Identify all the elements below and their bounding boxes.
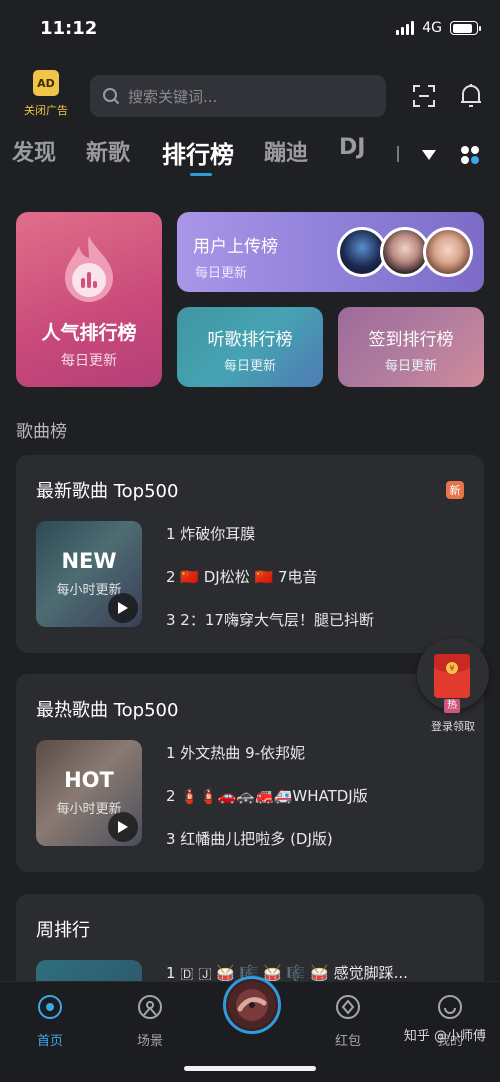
latest-songs-card[interactable]: 最新歌曲 Top500 新 NEW 每小时更新 1 炸破你耳膜 2 🇨🇳 DJ松… (16, 455, 484, 653)
close-ad-button[interactable]: AD 关闭广告 (18, 70, 74, 118)
chart-title: 最新歌曲 Top500 (36, 481, 179, 502)
cover-label: NEW (61, 549, 117, 573)
nav-redpacket-label: 红包 (334, 1034, 361, 1049)
play-icon[interactable] (108, 593, 138, 623)
upload-chart-title: 用户上传榜 (193, 237, 278, 257)
signin-chart-subtitle: 每日更新 (384, 359, 437, 374)
search-icon (103, 88, 119, 104)
grid-icon[interactable] (460, 145, 480, 165)
nav-scene-label: 场景 (136, 1034, 163, 1049)
now-playing-disc[interactable] (223, 976, 281, 1034)
signin-chart-card[interactable]: 签到排行榜 每日更新 (338, 307, 484, 387)
upload-chart-card[interactable]: 用户上传榜 每日更新 (177, 212, 484, 292)
nav-redpacket[interactable]: 红包 (318, 994, 378, 1049)
nav-scene[interactable]: 场景 (120, 994, 180, 1049)
scan-icon[interactable] (412, 84, 436, 108)
popular-chart-title: 人气排行榜 (41, 322, 137, 344)
chart-title: 最热歌曲 Top500 (36, 700, 179, 721)
tab-new-songs[interactable]: 新歌 (86, 135, 130, 167)
home-icon (38, 995, 62, 1019)
track-item[interactable]: 2 🧯🧯🚗🚓🚒🚑WHATDJ版 (166, 785, 368, 806)
redpacket-nav-icon (336, 995, 360, 1019)
upload-chart-subtitle: 每日更新 (195, 266, 248, 281)
new-badge: 新 (446, 481, 464, 499)
status-indicators: 4G (396, 20, 481, 36)
track-item[interactable]: 3 2：17嗨穿大气层！腿已抖断 (166, 609, 374, 630)
track-item[interactable]: 2 🇨🇳 DJ松松 🇨🇳 7电音 (166, 566, 318, 587)
album-art-icon (228, 981, 276, 1029)
tab-disco[interactable]: 蹦迪 (264, 135, 308, 167)
tab-charts[interactable]: 排行榜 (162, 135, 234, 170)
flame-icon (59, 234, 119, 304)
nav-home[interactable]: 首页 (20, 994, 80, 1049)
listen-chart-title: 听歌排行榜 (207, 330, 293, 350)
scene-icon (138, 995, 162, 1019)
red-packet-widget[interactable]: ¥ 热 登录领取 (417, 638, 489, 734)
home-indicator (184, 1066, 316, 1071)
play-icon[interactable] (108, 812, 138, 842)
tab-divider (397, 146, 399, 162)
track-item[interactable]: 1 🇩 🇯 🥁 🎼 🥁 🎼 🥁 感觉脚踩... (166, 962, 408, 983)
signin-chart-title: 签到排行榜 (368, 330, 454, 350)
track-item[interactable]: 1 炸破你耳膜 (166, 523, 255, 544)
network-label: 4G (422, 20, 442, 36)
status-time: 11:12 (40, 18, 98, 39)
close-ad-label: 关闭广告 (24, 104, 68, 117)
red-packet-label: 登录领取 (431, 720, 475, 733)
hot-badge: 热 (444, 699, 460, 713)
popular-chart-card[interactable]: 人气排行榜 每日更新 (16, 212, 162, 387)
nav-home-label: 首页 (36, 1034, 63, 1049)
hot-songs-card[interactable]: 最热歌曲 Top500 HOT 每小时更新 1 外文热曲 9-依邦妮 2 🧯🧯🚗… (16, 674, 484, 872)
cover-label: HOT (64, 768, 114, 792)
chart-cover[interactable]: NEW 每小时更新 (36, 521, 142, 627)
chart-title: 周排行 (36, 920, 90, 941)
chart-cover[interactable]: HOT 每小时更新 (36, 740, 142, 846)
ad-icon: AD (33, 70, 59, 96)
section-title: 歌曲榜 (16, 422, 67, 442)
listen-chart-subtitle: 每日更新 (223, 359, 276, 374)
red-envelope-icon: ¥ (434, 654, 470, 698)
tab-active-indicator (190, 173, 212, 176)
avatar (423, 227, 473, 277)
track-item[interactable]: 3 红幡曲儿把啦多 (DJ版) (166, 828, 333, 849)
search-placeholder: 搜索关键词... (128, 87, 218, 106)
listen-chart-card[interactable]: 听歌排行榜 每日更新 (177, 307, 323, 387)
profile-icon (438, 995, 462, 1019)
bell-icon[interactable] (459, 83, 483, 109)
tab-dj[interactable]: DJ (339, 135, 365, 160)
track-item[interactable]: 1 外文热曲 9-依邦妮 (166, 742, 305, 763)
search-input[interactable]: 搜索关键词... (90, 75, 386, 117)
tab-discover[interactable]: 发现 (12, 135, 56, 167)
svg-text:¥: ¥ (449, 664, 454, 673)
signal-icon (396, 21, 415, 35)
dropdown-arrow-icon[interactable] (420, 147, 438, 161)
battery-icon (450, 21, 481, 35)
watermark: 知乎 @小师傅 (403, 1029, 486, 1044)
popular-chart-subtitle: 每日更新 (61, 353, 117, 369)
